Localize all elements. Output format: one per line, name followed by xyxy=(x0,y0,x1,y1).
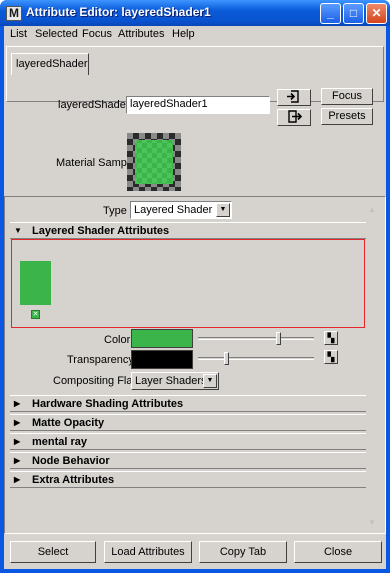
scroll-up-icon[interactable]: ▲ xyxy=(366,205,378,215)
maximize-button[interactable]: □ xyxy=(343,3,364,24)
tab-layered-shader[interactable]: layeredShader xyxy=(11,53,89,75)
expand-arrow-icon: ▶ xyxy=(14,437,21,446)
section-matte-opacity[interactable]: ▶ Matte Opacity xyxy=(10,414,366,431)
compositing-flag-label: Compositing Flag xyxy=(53,375,139,387)
output-connections-button[interactable] xyxy=(277,109,311,126)
minimize-button[interactable]: _ xyxy=(320,3,341,24)
node-name-input[interactable]: layeredShader1 xyxy=(126,96,270,114)
presets-button[interactable]: Presets xyxy=(321,108,373,125)
section-hardware-shading[interactable]: ▶ Hardware Shading Attributes xyxy=(10,395,366,412)
compositing-flag-value: Layer Shaders xyxy=(135,375,207,387)
expand-arrow-icon: ▶ xyxy=(14,399,21,408)
section-label: Matte Opacity xyxy=(32,417,105,429)
slider-track xyxy=(198,357,314,360)
expand-arrow-icon: ▶ xyxy=(14,418,21,427)
expand-arrow-icon: ▶ xyxy=(14,456,21,465)
color-swatch[interactable] xyxy=(131,329,193,348)
material-sample-swatch xyxy=(127,133,181,191)
menu-help[interactable]: Help xyxy=(172,28,195,40)
expand-arrow-icon: ▶ xyxy=(14,475,21,484)
color-label: Color xyxy=(104,334,131,346)
remove-layer-icon[interactable]: ✕ xyxy=(31,310,40,319)
connect-out-icon xyxy=(288,110,303,123)
chevron-down-icon: ▼ xyxy=(203,374,217,388)
color-slider[interactable] xyxy=(198,332,314,345)
input-connections-button[interactable] xyxy=(277,89,311,106)
menu-attributes[interactable]: Attributes xyxy=(118,28,164,40)
slider-thumb[interactable] xyxy=(224,352,229,365)
type-label: Type xyxy=(103,205,127,217)
transparency-map-button[interactable]: ▚ xyxy=(324,350,338,364)
maya-app-icon: M xyxy=(6,6,22,21)
section-mental-ray[interactable]: ▶ mental ray xyxy=(10,433,366,450)
transparency-swatch[interactable] xyxy=(131,350,193,369)
close-button[interactable]: Close xyxy=(294,541,382,563)
layer-swatch[interactable] xyxy=(20,261,51,305)
slider-thumb[interactable] xyxy=(276,332,281,345)
type-value: Layered Shader xyxy=(134,204,213,216)
menu-selected[interactable]: Selected xyxy=(35,28,78,40)
close-window-button[interactable]: ✕ xyxy=(366,3,387,24)
section-label: mental ray xyxy=(32,436,88,448)
material-sample-label: Material Sample xyxy=(56,157,136,169)
color-map-button[interactable]: ▚ xyxy=(324,331,338,345)
collapse-arrow-icon: ▼ xyxy=(14,226,22,235)
window-title: Attribute Editor: layeredShader1 xyxy=(26,5,211,19)
slider-track xyxy=(198,337,314,340)
focus-button[interactable]: Focus xyxy=(321,88,373,105)
compositing-flag-dropdown[interactable]: Layer Shaders ▼ xyxy=(131,372,219,390)
chevron-down-icon: ▼ xyxy=(216,203,230,217)
connect-in-icon xyxy=(287,90,299,103)
title-bar[interactable]: M Attribute Editor: layeredShader1 _ □ ✕ xyxy=(0,0,390,26)
section-node-behavior[interactable]: ▶ Node Behavior xyxy=(10,452,366,469)
select-button[interactable]: Select xyxy=(10,541,96,563)
scroll-down-icon[interactable]: ▼ xyxy=(366,518,378,528)
layer-stack-area[interactable] xyxy=(11,239,365,328)
transparency-slider[interactable] xyxy=(198,352,314,365)
section-layered-shader-attributes[interactable]: ▼ Layered Shader Attributes xyxy=(10,222,366,239)
section-label: Hardware Shading Attributes xyxy=(32,398,184,410)
node-name-label: layeredShader: xyxy=(58,99,133,111)
transparency-label: Transparency xyxy=(67,354,134,366)
checker-map-icon: ▚ xyxy=(327,333,335,343)
section-label: Layered Shader Attributes xyxy=(32,225,170,237)
section-label: Extra Attributes xyxy=(32,474,115,486)
copy-tab-button[interactable]: Copy Tab xyxy=(199,541,287,563)
menu-list[interactable]: List xyxy=(10,28,27,40)
checker-map-icon: ▚ xyxy=(327,352,335,362)
section-label: Node Behavior xyxy=(32,455,110,467)
type-dropdown[interactable]: Layered Shader ▼ xyxy=(130,201,232,219)
menu-bar: List Selected Focus Attributes Help xyxy=(4,26,386,42)
load-attributes-button[interactable]: Load Attributes xyxy=(104,541,192,563)
menu-focus[interactable]: Focus xyxy=(82,28,112,40)
section-extra-attributes[interactable]: ▶ Extra Attributes xyxy=(10,471,366,488)
